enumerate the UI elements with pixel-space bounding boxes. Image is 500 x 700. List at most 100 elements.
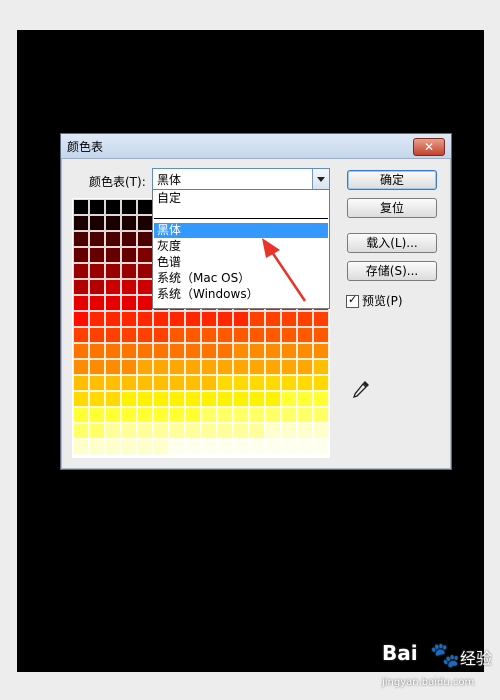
color-swatch[interactable] bbox=[73, 375, 89, 391]
color-swatch[interactable] bbox=[121, 407, 137, 423]
color-swatch[interactable] bbox=[153, 407, 169, 423]
color-swatch[interactable] bbox=[265, 375, 281, 391]
color-swatch[interactable] bbox=[185, 407, 201, 423]
color-swatch[interactable] bbox=[105, 295, 121, 311]
color-swatch[interactable] bbox=[265, 311, 281, 327]
color-swatch[interactable] bbox=[169, 311, 185, 327]
color-swatch[interactable] bbox=[281, 423, 297, 439]
color-swatch[interactable] bbox=[89, 295, 105, 311]
color-swatch[interactable] bbox=[233, 343, 249, 359]
color-swatch[interactable] bbox=[73, 407, 89, 423]
color-swatch[interactable] bbox=[313, 375, 329, 391]
color-swatch[interactable] bbox=[265, 343, 281, 359]
color-swatch[interactable] bbox=[313, 439, 329, 455]
color-swatch[interactable] bbox=[201, 327, 217, 343]
color-swatch[interactable] bbox=[89, 247, 105, 263]
color-swatch[interactable] bbox=[137, 375, 153, 391]
color-swatch[interactable] bbox=[217, 423, 233, 439]
color-swatch[interactable] bbox=[185, 375, 201, 391]
color-swatch[interactable] bbox=[249, 391, 265, 407]
color-swatch[interactable] bbox=[105, 439, 121, 455]
color-swatch[interactable] bbox=[281, 311, 297, 327]
color-swatch[interactable] bbox=[281, 407, 297, 423]
color-swatch[interactable] bbox=[265, 407, 281, 423]
color-swatch[interactable] bbox=[201, 375, 217, 391]
color-swatch[interactable] bbox=[89, 343, 105, 359]
color-swatch[interactable] bbox=[297, 375, 313, 391]
color-swatch[interactable] bbox=[233, 327, 249, 343]
color-swatch[interactable] bbox=[185, 327, 201, 343]
color-swatch[interactable] bbox=[201, 359, 217, 375]
color-swatch[interactable] bbox=[73, 359, 89, 375]
color-swatch[interactable] bbox=[121, 247, 137, 263]
color-swatch[interactable] bbox=[297, 311, 313, 327]
color-swatch[interactable] bbox=[185, 343, 201, 359]
color-swatch[interactable] bbox=[73, 199, 89, 215]
color-swatch[interactable] bbox=[137, 231, 153, 247]
color-swatch[interactable] bbox=[169, 391, 185, 407]
dropdown-item-custom[interactable]: 自定 bbox=[154, 191, 328, 206]
color-swatch[interactable] bbox=[201, 407, 217, 423]
color-swatch[interactable] bbox=[153, 439, 169, 455]
color-swatch[interactable] bbox=[297, 391, 313, 407]
color-swatch[interactable] bbox=[217, 343, 233, 359]
color-swatch[interactable] bbox=[281, 327, 297, 343]
color-swatch[interactable] bbox=[89, 279, 105, 295]
color-swatch[interactable] bbox=[105, 343, 121, 359]
color-swatch[interactable] bbox=[153, 423, 169, 439]
color-swatch[interactable] bbox=[121, 199, 137, 215]
color-swatch[interactable] bbox=[121, 391, 137, 407]
color-swatch[interactable] bbox=[121, 343, 137, 359]
color-swatch[interactable] bbox=[313, 407, 329, 423]
color-swatch[interactable] bbox=[297, 407, 313, 423]
color-swatch[interactable] bbox=[73, 327, 89, 343]
color-swatch[interactable] bbox=[249, 359, 265, 375]
preview-label[interactable]: 预览(P) bbox=[362, 292, 403, 309]
color-swatch[interactable] bbox=[137, 343, 153, 359]
color-swatch[interactable] bbox=[217, 327, 233, 343]
color-swatch[interactable] bbox=[137, 295, 153, 311]
color-swatch[interactable] bbox=[201, 423, 217, 439]
color-swatch[interactable] bbox=[89, 407, 105, 423]
color-swatch[interactable] bbox=[249, 343, 265, 359]
color-swatch[interactable] bbox=[153, 327, 169, 343]
color-swatch[interactable] bbox=[169, 439, 185, 455]
color-swatch[interactable] bbox=[121, 279, 137, 295]
color-swatch[interactable] bbox=[73, 423, 89, 439]
color-swatch[interactable] bbox=[281, 359, 297, 375]
color-swatch[interactable] bbox=[169, 375, 185, 391]
color-swatch[interactable] bbox=[137, 279, 153, 295]
color-swatch[interactable] bbox=[297, 359, 313, 375]
color-swatch[interactable] bbox=[89, 391, 105, 407]
color-swatch[interactable] bbox=[121, 375, 137, 391]
color-swatch[interactable] bbox=[313, 327, 329, 343]
color-swatch[interactable] bbox=[89, 263, 105, 279]
color-swatch[interactable] bbox=[153, 375, 169, 391]
color-swatch[interactable] bbox=[201, 439, 217, 455]
color-swatch[interactable] bbox=[217, 439, 233, 455]
color-swatch[interactable] bbox=[137, 215, 153, 231]
color-swatch[interactable] bbox=[73, 263, 89, 279]
color-swatch[interactable] bbox=[313, 391, 329, 407]
color-swatch[interactable] bbox=[121, 215, 137, 231]
color-swatch[interactable] bbox=[137, 423, 153, 439]
color-swatch[interactable] bbox=[297, 439, 313, 455]
color-swatch[interactable] bbox=[105, 199, 121, 215]
dropdown-item-system-mac[interactable]: 系统（Mac OS） bbox=[154, 271, 328, 286]
color-swatch[interactable] bbox=[249, 311, 265, 327]
color-swatch[interactable] bbox=[233, 311, 249, 327]
color-swatch[interactable] bbox=[281, 343, 297, 359]
color-swatch[interactable] bbox=[121, 359, 137, 375]
color-swatch[interactable] bbox=[217, 391, 233, 407]
color-swatch[interactable] bbox=[297, 327, 313, 343]
color-swatch[interactable] bbox=[89, 231, 105, 247]
color-swatch[interactable] bbox=[265, 359, 281, 375]
color-swatch[interactable] bbox=[137, 359, 153, 375]
color-swatch[interactable] bbox=[89, 215, 105, 231]
color-swatch[interactable] bbox=[137, 327, 153, 343]
color-swatch[interactable] bbox=[73, 247, 89, 263]
color-swatch[interactable] bbox=[73, 279, 89, 295]
color-swatch[interactable] bbox=[169, 327, 185, 343]
color-swatch[interactable] bbox=[169, 423, 185, 439]
color-swatch[interactable] bbox=[313, 343, 329, 359]
